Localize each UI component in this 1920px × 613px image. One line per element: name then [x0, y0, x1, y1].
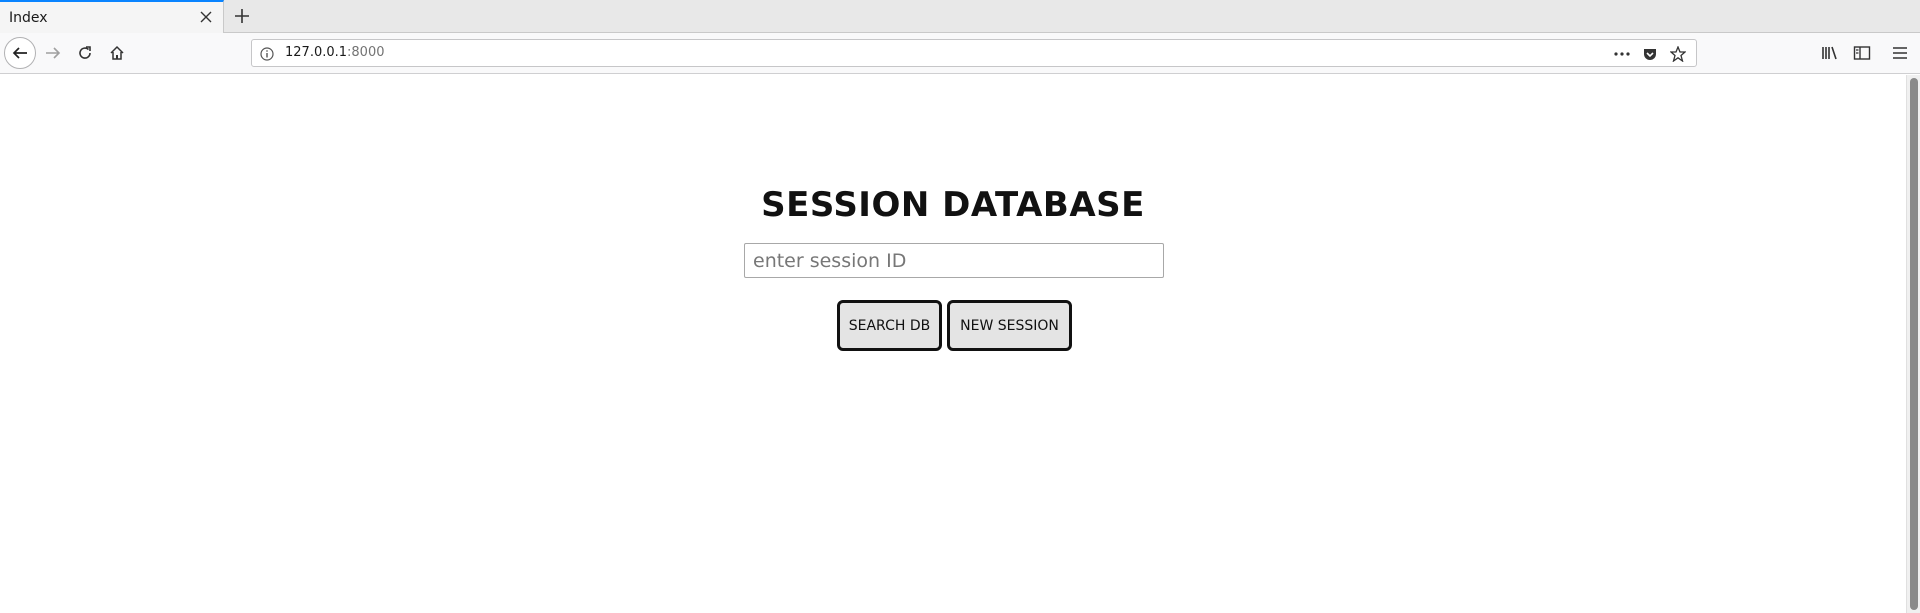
tab-strip: Index: [0, 0, 1920, 33]
close-icon[interactable]: [197, 8, 215, 26]
forward-arrow-icon[interactable]: [38, 38, 68, 68]
library-icon[interactable]: [1816, 39, 1844, 67]
new-session-button[interactable]: NEW SESSION: [947, 300, 1072, 351]
back-arrow-icon[interactable]: [4, 37, 36, 69]
hamburger-menu-icon[interactable]: [1886, 39, 1914, 67]
ellipsis-icon[interactable]: [1612, 44, 1632, 64]
info-icon[interactable]: [258, 45, 276, 63]
page-title: SESSION DATABASE: [761, 185, 1145, 225]
session-id-input[interactable]: [744, 243, 1164, 278]
reload-icon[interactable]: [70, 38, 100, 68]
tab-active[interactable]: Index: [0, 0, 224, 33]
star-icon[interactable]: [1668, 44, 1688, 64]
url-host: 127.0.0.1: [285, 45, 348, 60]
pocket-icon[interactable]: [1640, 44, 1660, 64]
vertical-scrollbar[interactable]: [1906, 75, 1920, 613]
scrollbar-thumb[interactable]: [1910, 78, 1918, 610]
sidebar-icon[interactable]: [1848, 39, 1876, 67]
search-db-button[interactable]: SEARCH DB: [837, 300, 942, 351]
home-icon[interactable]: [102, 38, 132, 68]
url-port: :8000: [347, 45, 385, 60]
navigation-toolbar: 127.0.0.1:8000: [0, 33, 1920, 74]
url-actions: [1612, 44, 1688, 64]
plus-icon[interactable]: [230, 4, 254, 28]
tab-title: Index: [9, 10, 48, 26]
page-content: SESSION DATABASE SEARCH DB NEW SESSION: [0, 75, 1906, 613]
url-text[interactable]: 127.0.0.1:8000: [285, 45, 385, 60]
url-bar[interactable]: 127.0.0.1:8000: [251, 39, 1697, 67]
